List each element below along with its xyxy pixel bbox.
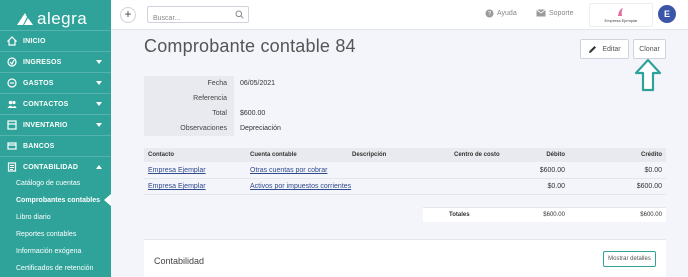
home-icon bbox=[7, 36, 17, 46]
sidebar-subitem-libro-diario[interactable]: Libro diario bbox=[16, 214, 51, 221]
topbar: + ? Ayuda Soporte Empresa Ejemplar E bbox=[111, 0, 688, 30]
debit-cell: $600.00 bbox=[539, 167, 565, 174]
help-label: Ayuda bbox=[497, 10, 517, 17]
edit-button[interactable]: Editar bbox=[580, 39, 629, 59]
contacts-icon bbox=[7, 99, 17, 109]
info-row-total: Total $600.00 bbox=[144, 106, 444, 121]
col-cuenta: Cuenta contable bbox=[250, 152, 297, 158]
sidebar-item-inicio[interactable]: INICIO bbox=[0, 31, 111, 51]
debit-cell: $0.00 bbox=[547, 183, 565, 190]
company-logo[interactable]: Empresa Ejemplar bbox=[589, 3, 653, 27]
contact-link[interactable]: Empresa Ejemplar bbox=[148, 167, 206, 174]
col-debito: Débito bbox=[546, 152, 565, 158]
chevron-down-icon bbox=[96, 81, 102, 85]
sidebar-item-inventario[interactable]: INVENTARIO bbox=[0, 115, 111, 135]
help-link[interactable]: ? Ayuda bbox=[485, 9, 517, 18]
totals-row: Totales $600.00 $600.00 bbox=[423, 207, 666, 222]
help-icon: ? bbox=[485, 9, 494, 18]
alegra-leaf-icon bbox=[17, 13, 33, 25]
bank-icon bbox=[7, 141, 17, 151]
fecha-value: 06/05/2021 bbox=[240, 80, 276, 87]
fecha-label: Fecha bbox=[144, 76, 234, 91]
active-indicator bbox=[104, 194, 111, 206]
info-row-fecha: Fecha 06/05/2021 bbox=[144, 76, 444, 91]
clone-label: Clonar bbox=[639, 45, 660, 53]
sidebar-subitem-reportes[interactable]: Reportes contables bbox=[16, 231, 76, 238]
company-name: Empresa Ejemplar bbox=[604, 18, 638, 23]
chevron-up-icon bbox=[96, 165, 102, 169]
table-row: Empresa Ejemplar Activos por impuestos c… bbox=[144, 179, 666, 195]
accounting-card-title: Contabilidad bbox=[154, 256, 205, 266]
totals-label: Totales bbox=[449, 212, 470, 218]
page-title: Comprobante contable 84 bbox=[144, 36, 356, 56]
clone-button[interactable]: Clonar bbox=[633, 39, 666, 59]
info-row-observaciones: Observaciones Depreciación bbox=[144, 121, 444, 136]
income-icon bbox=[7, 57, 17, 67]
sidebar-item-contabilidad[interactable]: CONTABILIDAD bbox=[0, 157, 111, 177]
support-link[interactable]: Soporte bbox=[536, 9, 574, 17]
alegra-logo[interactable]: alegra bbox=[16, 9, 87, 29]
inventory-icon bbox=[7, 120, 17, 130]
account-link[interactable]: Activos por impuestos corrientes bbox=[250, 183, 351, 190]
show-details-button[interactable]: Mostrar detalles bbox=[603, 251, 656, 267]
pencil-icon bbox=[589, 45, 597, 53]
totals-debit: $600.00 bbox=[543, 212, 565, 218]
sidebar-item-label: INICIO bbox=[23, 37, 46, 45]
sidebar-item-contactos[interactable]: CONTACTOS bbox=[0, 94, 111, 114]
accounting-icon bbox=[7, 162, 17, 172]
sidebar-item-label: INVENTARIO bbox=[23, 121, 68, 129]
sidebar-subitem-exogena[interactable]: Información exógena bbox=[16, 248, 81, 255]
table-header: Contacto Cuenta contable Descripción Cen… bbox=[144, 148, 666, 162]
credit-cell: $0.00 bbox=[644, 167, 662, 174]
credit-cell: $600.00 bbox=[636, 183, 662, 190]
expenses-icon bbox=[7, 78, 17, 88]
total-label: Total bbox=[144, 106, 234, 121]
observaciones-value: Depreciación bbox=[240, 125, 281, 132]
col-credito: Crédito bbox=[641, 152, 662, 158]
sidebar-item-label: CONTACTOS bbox=[23, 100, 69, 108]
chevron-down-icon bbox=[96, 60, 102, 64]
col-contacto: Contacto bbox=[148, 152, 174, 158]
observaciones-label: Observaciones bbox=[144, 121, 234, 136]
support-label: Soporte bbox=[549, 9, 574, 17]
brand-name: alegra bbox=[37, 9, 88, 28]
totals-credit: $600.00 bbox=[640, 212, 662, 218]
chevron-down-icon bbox=[96, 102, 102, 106]
sidebar-item-bancos[interactable]: BANCOS bbox=[0, 136, 111, 156]
search-box bbox=[147, 6, 249, 26]
sidebar-item-ingresos[interactable]: INGRESOS bbox=[0, 52, 111, 72]
total-value: $600.00 bbox=[240, 110, 266, 117]
sidebar-item-label: BANCOS bbox=[23, 142, 55, 150]
new-button[interactable]: + bbox=[120, 7, 136, 23]
mail-icon bbox=[536, 9, 546, 17]
sidebar-item-gastos[interactable]: GASTOS bbox=[0, 73, 111, 93]
search-input[interactable] bbox=[148, 11, 228, 26]
info-row-referencia: Referencia bbox=[144, 91, 444, 106]
sidebar-subitem-comprobantes[interactable]: Comprobantes contables bbox=[16, 197, 100, 204]
referencia-label: Referencia bbox=[144, 91, 234, 106]
sidebar: alegra INICIO INGRESOS GASTOS CONTACTOS bbox=[0, 0, 111, 277]
sidebar-subitem-certificados[interactable]: Certificados de retención bbox=[16, 265, 93, 272]
edit-label: Editar bbox=[602, 45, 621, 53]
chevron-down-icon bbox=[96, 123, 102, 127]
col-centro: Centro de costo bbox=[454, 152, 500, 158]
sidebar-item-label: GASTOS bbox=[23, 79, 54, 87]
sidebar-subitem-catalogo[interactable]: Catálogo de cuentas bbox=[16, 180, 80, 187]
accounting-card: Contabilidad Mostrar detalles bbox=[144, 239, 666, 277]
table-row: Empresa Ejemplar Otras cuentas por cobra… bbox=[144, 163, 666, 179]
account-link[interactable]: Otras cuentas por cobrar bbox=[250, 167, 327, 174]
sidebar-item-label: INGRESOS bbox=[23, 58, 62, 66]
avatar[interactable]: E bbox=[658, 5, 676, 23]
arrow-up-icon bbox=[634, 58, 662, 92]
col-descripcion: Descripción bbox=[352, 152, 387, 158]
search-icon[interactable] bbox=[235, 10, 244, 19]
sidebar-item-label: CONTABILIDAD bbox=[23, 163, 79, 171]
company-logo-icon bbox=[618, 8, 623, 16]
contact-link[interactable]: Empresa Ejemplar bbox=[148, 183, 206, 190]
